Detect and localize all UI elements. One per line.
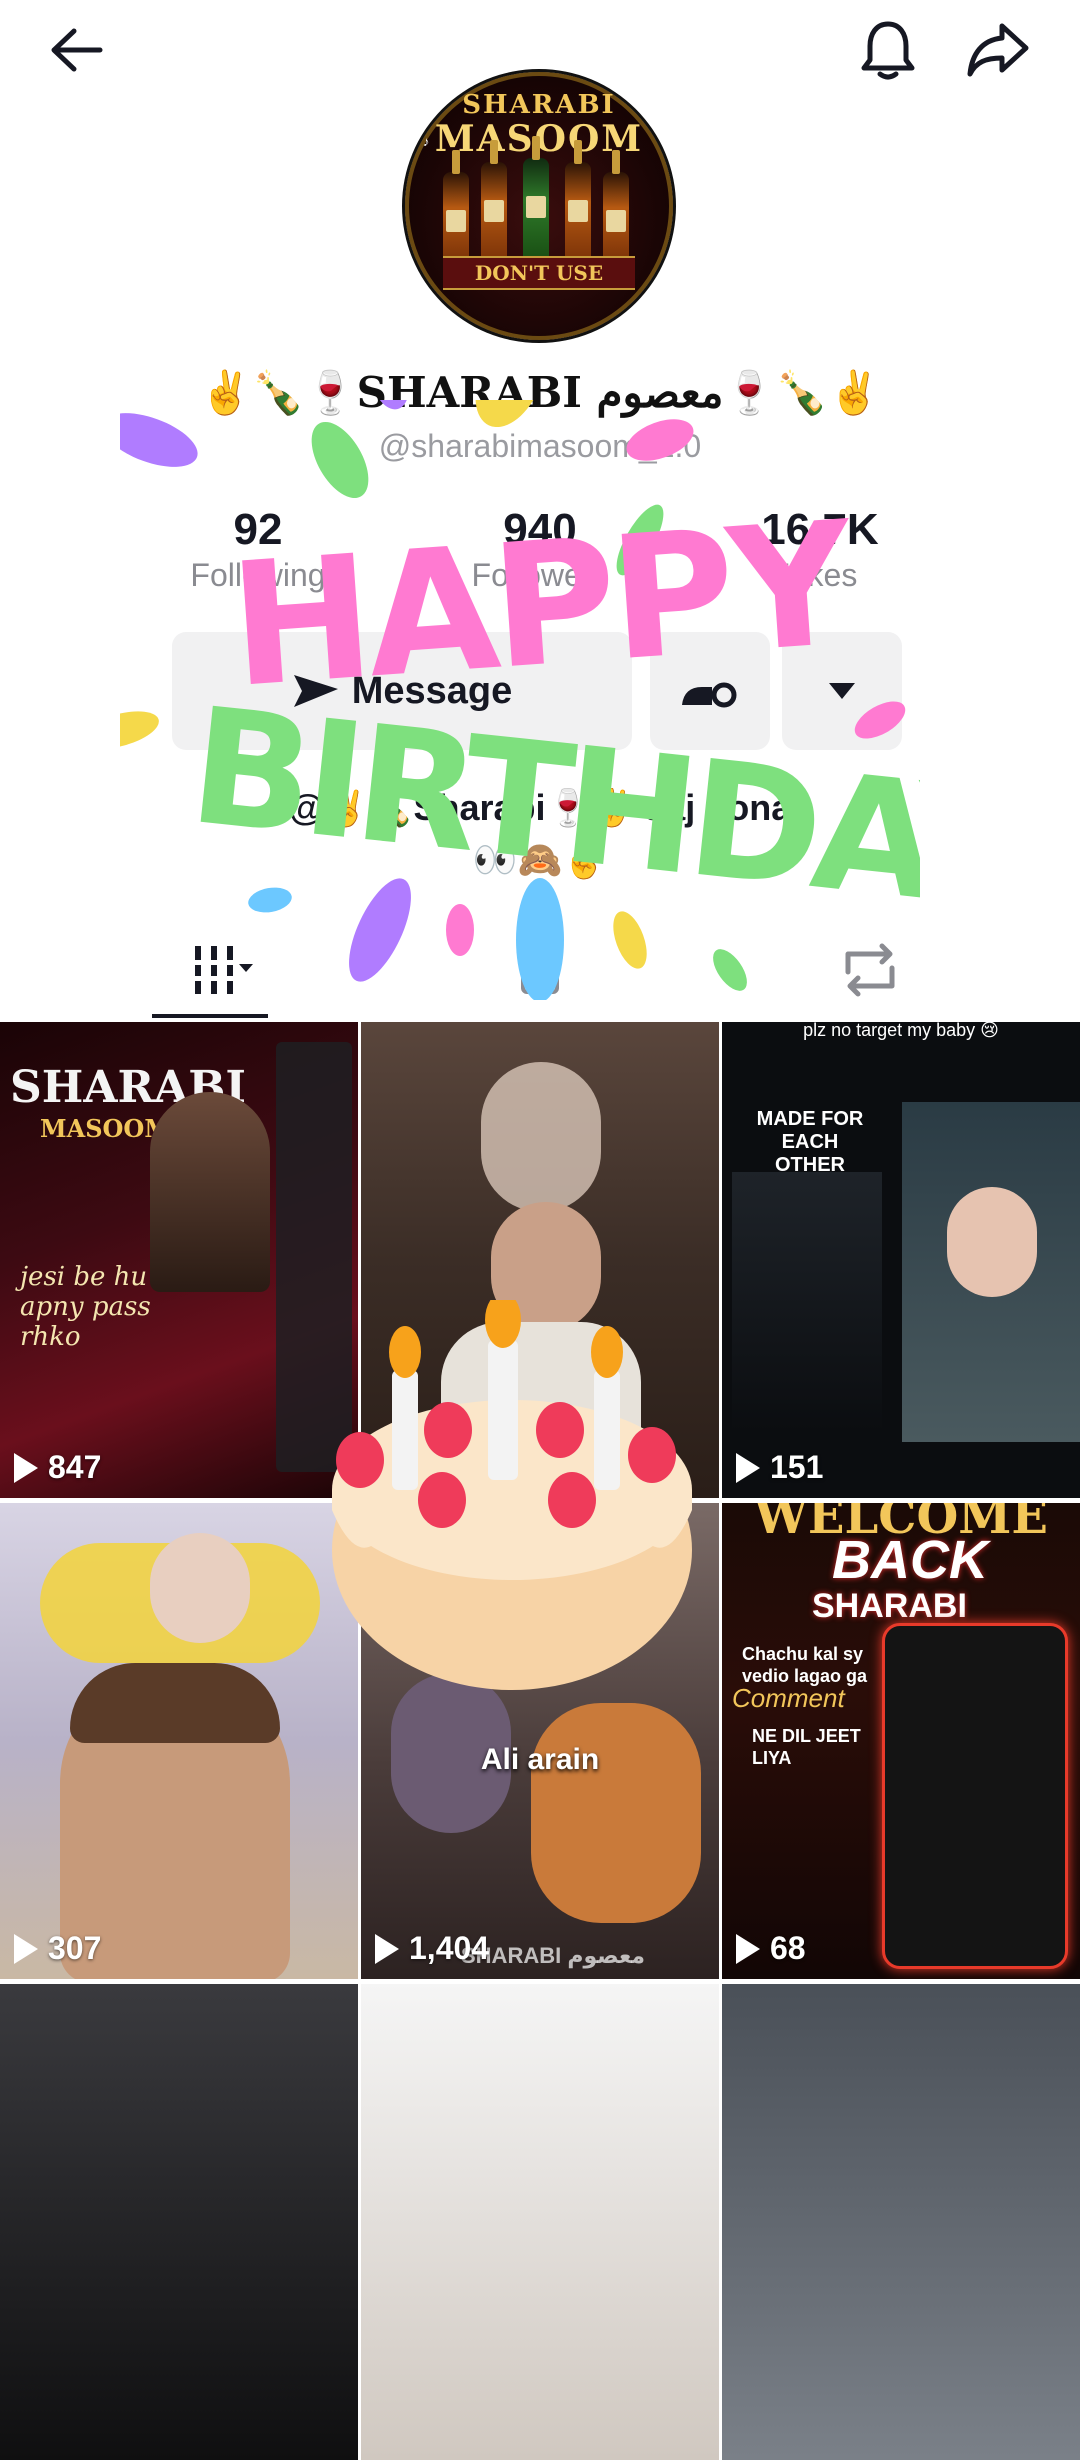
video-tile-9[interactable] bbox=[722, 1984, 1080, 2460]
video-tile-1[interactable]: SHARABI MASOOM jesi be hu apny pass rhko… bbox=[0, 1022, 358, 1498]
stat-followers[interactable]: 940 Followers bbox=[410, 505, 670, 594]
play-icon bbox=[736, 1933, 760, 1964]
lock-icon bbox=[521, 950, 559, 994]
repost-icon bbox=[845, 943, 895, 997]
avatar-banner: DON'T USE bbox=[443, 256, 635, 290]
video-tile-7[interactable] bbox=[0, 1984, 358, 2460]
bell-icon bbox=[861, 21, 915, 80]
video-tile-8[interactable] bbox=[361, 1984, 719, 2460]
play-icon bbox=[736, 1452, 760, 1483]
birthday-cake-sticker bbox=[332, 1300, 692, 1690]
suggested-dropdown-button[interactable] bbox=[782, 632, 902, 750]
video-5-view-count: 1,404 bbox=[375, 1930, 489, 1967]
notifications-button[interactable] bbox=[848, 10, 928, 90]
video-tile-6[interactable]: WELCOME BACK SHARABI Chachu kal sy vedio… bbox=[722, 1503, 1080, 1979]
display-name: ✌️🍾🍷SHARABI معصوم🍷🍾✌️ bbox=[199, 368, 881, 417]
bio-line-2: 👀🙈✌️ bbox=[472, 839, 608, 880]
message-label: Message bbox=[351, 669, 513, 712]
bio: @✌️🍾Sharabi🍷✌️ aaj hona 👀🙈✌️ bbox=[0, 782, 1080, 886]
person-gear-icon bbox=[682, 682, 737, 708]
video-6-caption-1: Chachu kal sy vedio lagao ga bbox=[742, 1644, 868, 1686]
back-button[interactable] bbox=[34, 10, 114, 90]
username-handle: @sharabimasoom_2.0 bbox=[378, 428, 702, 464]
video-6-subtitle: SHARABI bbox=[812, 1587, 967, 1625]
active-tab-indicator bbox=[152, 1014, 268, 1018]
following-label: Following bbox=[190, 557, 326, 593]
tab-reposts[interactable] bbox=[820, 930, 920, 1010]
video-3-view-count: 151 bbox=[736, 1449, 823, 1486]
play-icon bbox=[14, 1452, 38, 1483]
video-4-view-count: 307 bbox=[14, 1930, 101, 1967]
caret-down-icon bbox=[829, 683, 855, 699]
video-5-caption: Ali arain bbox=[480, 1743, 600, 1776]
message-button[interactable]: Message bbox=[172, 632, 632, 750]
tab-private[interactable] bbox=[490, 930, 590, 1010]
send-icon bbox=[293, 675, 338, 707]
follow-settings-button[interactable] bbox=[650, 632, 770, 750]
stat-likes[interactable]: 16.7K Likes bbox=[690, 505, 950, 594]
play-icon bbox=[14, 1933, 38, 1964]
likes-count: 16.7K bbox=[761, 505, 879, 554]
video-6-caption-2: Comment bbox=[732, 1683, 845, 1713]
share-arrow-icon bbox=[967, 23, 1029, 77]
video-tile-4[interactable]: 307 bbox=[0, 1503, 358, 1979]
share-button[interactable] bbox=[958, 10, 1038, 90]
bio-line-1: @✌️🍾Sharabi🍷✌️ aaj hona bbox=[288, 787, 792, 828]
followers-label: Followers bbox=[471, 557, 609, 593]
grid-menu-icon bbox=[189, 946, 253, 994]
arrow-left-icon bbox=[51, 28, 103, 72]
tab-videos[interactable] bbox=[160, 930, 270, 1010]
play-icon bbox=[375, 1933, 399, 1964]
followers-count: 940 bbox=[503, 505, 577, 554]
following-count: 92 bbox=[233, 505, 283, 554]
video-3-title: MADE FOR EACH OTHER bbox=[756, 1108, 864, 1176]
video-6-caption-3: NE DIL JEET LIYA bbox=[752, 1726, 861, 1768]
avatar[interactable]: SHARABI MASOOM DON'T USE ♪ bbox=[405, 72, 673, 340]
avatar-text-sharabi: SHARABI bbox=[462, 90, 616, 120]
video-tile-3[interactable]: plz no target my baby 😢 MADE FOR EACH OT… bbox=[722, 1022, 1080, 1498]
stat-following[interactable]: 92 Following bbox=[128, 505, 388, 594]
video-1-view-count: 847 bbox=[14, 1449, 101, 1486]
video-6-title: BACK bbox=[832, 1530, 988, 1590]
likes-label: Likes bbox=[782, 557, 858, 593]
video-6-view-count: 68 bbox=[736, 1930, 806, 1967]
tiktok-logo-icon: ♪ bbox=[423, 134, 430, 149]
video-3-caption-top: plz no target my baby 😢 bbox=[803, 1022, 999, 1040]
